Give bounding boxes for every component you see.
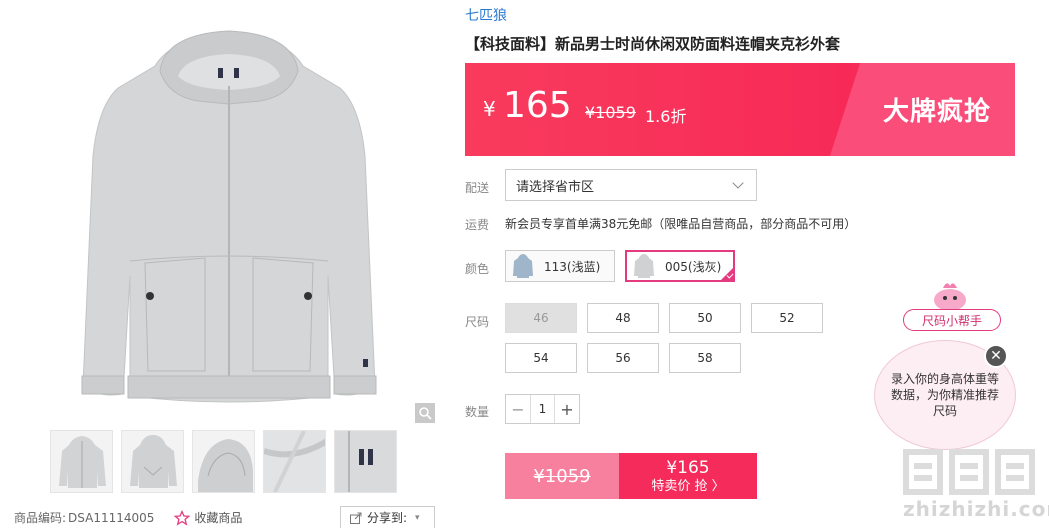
thumbnail-zipper-detail[interactable] bbox=[334, 430, 397, 493]
size-option-54[interactable]: 54 bbox=[505, 343, 577, 373]
quantity-increase-button[interactable]: + bbox=[555, 395, 579, 423]
product-code-label: 商品编码: bbox=[14, 511, 67, 525]
size-helper-tag[interactable]: 尺码小帮手 bbox=[903, 309, 1001, 331]
share-icon bbox=[350, 512, 362, 524]
thumbnail-strip bbox=[50, 430, 397, 493]
jacket-light-gray-swatch bbox=[631, 253, 657, 279]
buy-now-label: 特卖价 抢 〉 bbox=[651, 478, 725, 494]
size-option-52[interactable]: 52 bbox=[751, 303, 823, 333]
buy-now-button[interactable]: ¥165 特卖价 抢 〉 bbox=[619, 453, 757, 499]
product-meta-row: 商品编码: DSA11114005 收藏商品 分享到: ▾ bbox=[14, 506, 444, 528]
thumbnail-fabric-detail[interactable] bbox=[263, 430, 326, 493]
jacket-light-blue-swatch bbox=[510, 253, 536, 279]
watermark-logo bbox=[900, 446, 1040, 498]
main-product-image bbox=[60, 26, 398, 418]
size-label: 尺码 bbox=[465, 315, 490, 329]
quantity-decrease-button[interactable]: − bbox=[506, 395, 530, 423]
selected-check-icon bbox=[720, 267, 734, 281]
region-select-placeholder: 请选择省市区 bbox=[516, 179, 595, 195]
size-option-50[interactable]: 50 bbox=[669, 303, 741, 333]
region-select[interactable]: 请选择省市区 bbox=[505, 169, 757, 201]
quantity-stepper: − 1 + bbox=[505, 394, 580, 424]
product-title: 【科技面料】新品男士时尚休闲双防面料连帽夹克衫外套 bbox=[465, 35, 841, 53]
favorite-label: 收藏商品 bbox=[194, 511, 243, 525]
quantity-label: 数量 bbox=[465, 405, 490, 419]
brand-link[interactable]: 七匹狼 bbox=[465, 5, 507, 25]
size-option-56[interactable]: 56 bbox=[587, 343, 659, 373]
star-icon bbox=[174, 509, 191, 526]
color-option-light-blue[interactable]: 113(浅蓝) bbox=[505, 250, 615, 282]
price-banner: ¥ 165 ¥1059 1.6折 大牌疯抢 bbox=[465, 63, 1015, 156]
color-option-light-gray[interactable]: 005(浅灰) bbox=[625, 250, 735, 282]
thumbnail-back[interactable] bbox=[121, 430, 184, 493]
product-code: DSA11114005 bbox=[68, 510, 155, 525]
buy-original-price: ¥1059 bbox=[505, 453, 619, 499]
size-helper-text: 录入你的身高体重等数据，为你精准推荐尺码 bbox=[890, 372, 999, 418]
color-option-label: 005(浅灰) bbox=[665, 259, 722, 274]
shipping-text: 新会员专享首单满38元免邮（限唯品自营商品，部分商品不可用） bbox=[505, 217, 857, 231]
helper-mascot-icon[interactable] bbox=[925, 278, 975, 312]
buy-button-group: ¥1059 ¥165 特卖价 抢 〉 bbox=[505, 453, 757, 499]
price-discount: 1.6折 bbox=[645, 107, 687, 126]
price-current: 165 bbox=[503, 85, 572, 126]
shipping-label: 运费 bbox=[465, 218, 490, 232]
buy-now-price: ¥165 bbox=[666, 457, 710, 478]
favorite-button[interactable]: 收藏商品 bbox=[174, 509, 242, 526]
delivery-label: 配送 bbox=[465, 181, 490, 195]
close-icon[interactable]: ✕ bbox=[984, 344, 1008, 368]
watermark-text: zhizhizhi.com bbox=[903, 497, 1049, 521]
caret-down-icon: ▾ bbox=[415, 512, 420, 523]
quantity-input[interactable]: 1 bbox=[530, 395, 555, 423]
price-currency: ¥ bbox=[483, 97, 496, 121]
share-dropdown[interactable]: 分享到: ▾ bbox=[340, 506, 435, 528]
price-original: ¥1059 bbox=[585, 103, 636, 122]
zoom-icon[interactable] bbox=[415, 403, 435, 423]
thumbnail-front[interactable] bbox=[50, 430, 113, 493]
size-option-46[interactable]: 46 bbox=[505, 303, 577, 333]
color-label: 颜色 bbox=[465, 262, 490, 276]
thumbnail-hood-detail[interactable] bbox=[192, 430, 255, 493]
size-option-58[interactable]: 58 bbox=[669, 343, 741, 373]
size-option-48[interactable]: 48 bbox=[587, 303, 659, 333]
chevron-down-icon bbox=[732, 177, 744, 189]
promo-text: 大牌疯抢 bbox=[883, 97, 992, 127]
share-label: 分享到: bbox=[367, 511, 408, 525]
color-option-label: 113(浅蓝) bbox=[544, 259, 601, 274]
